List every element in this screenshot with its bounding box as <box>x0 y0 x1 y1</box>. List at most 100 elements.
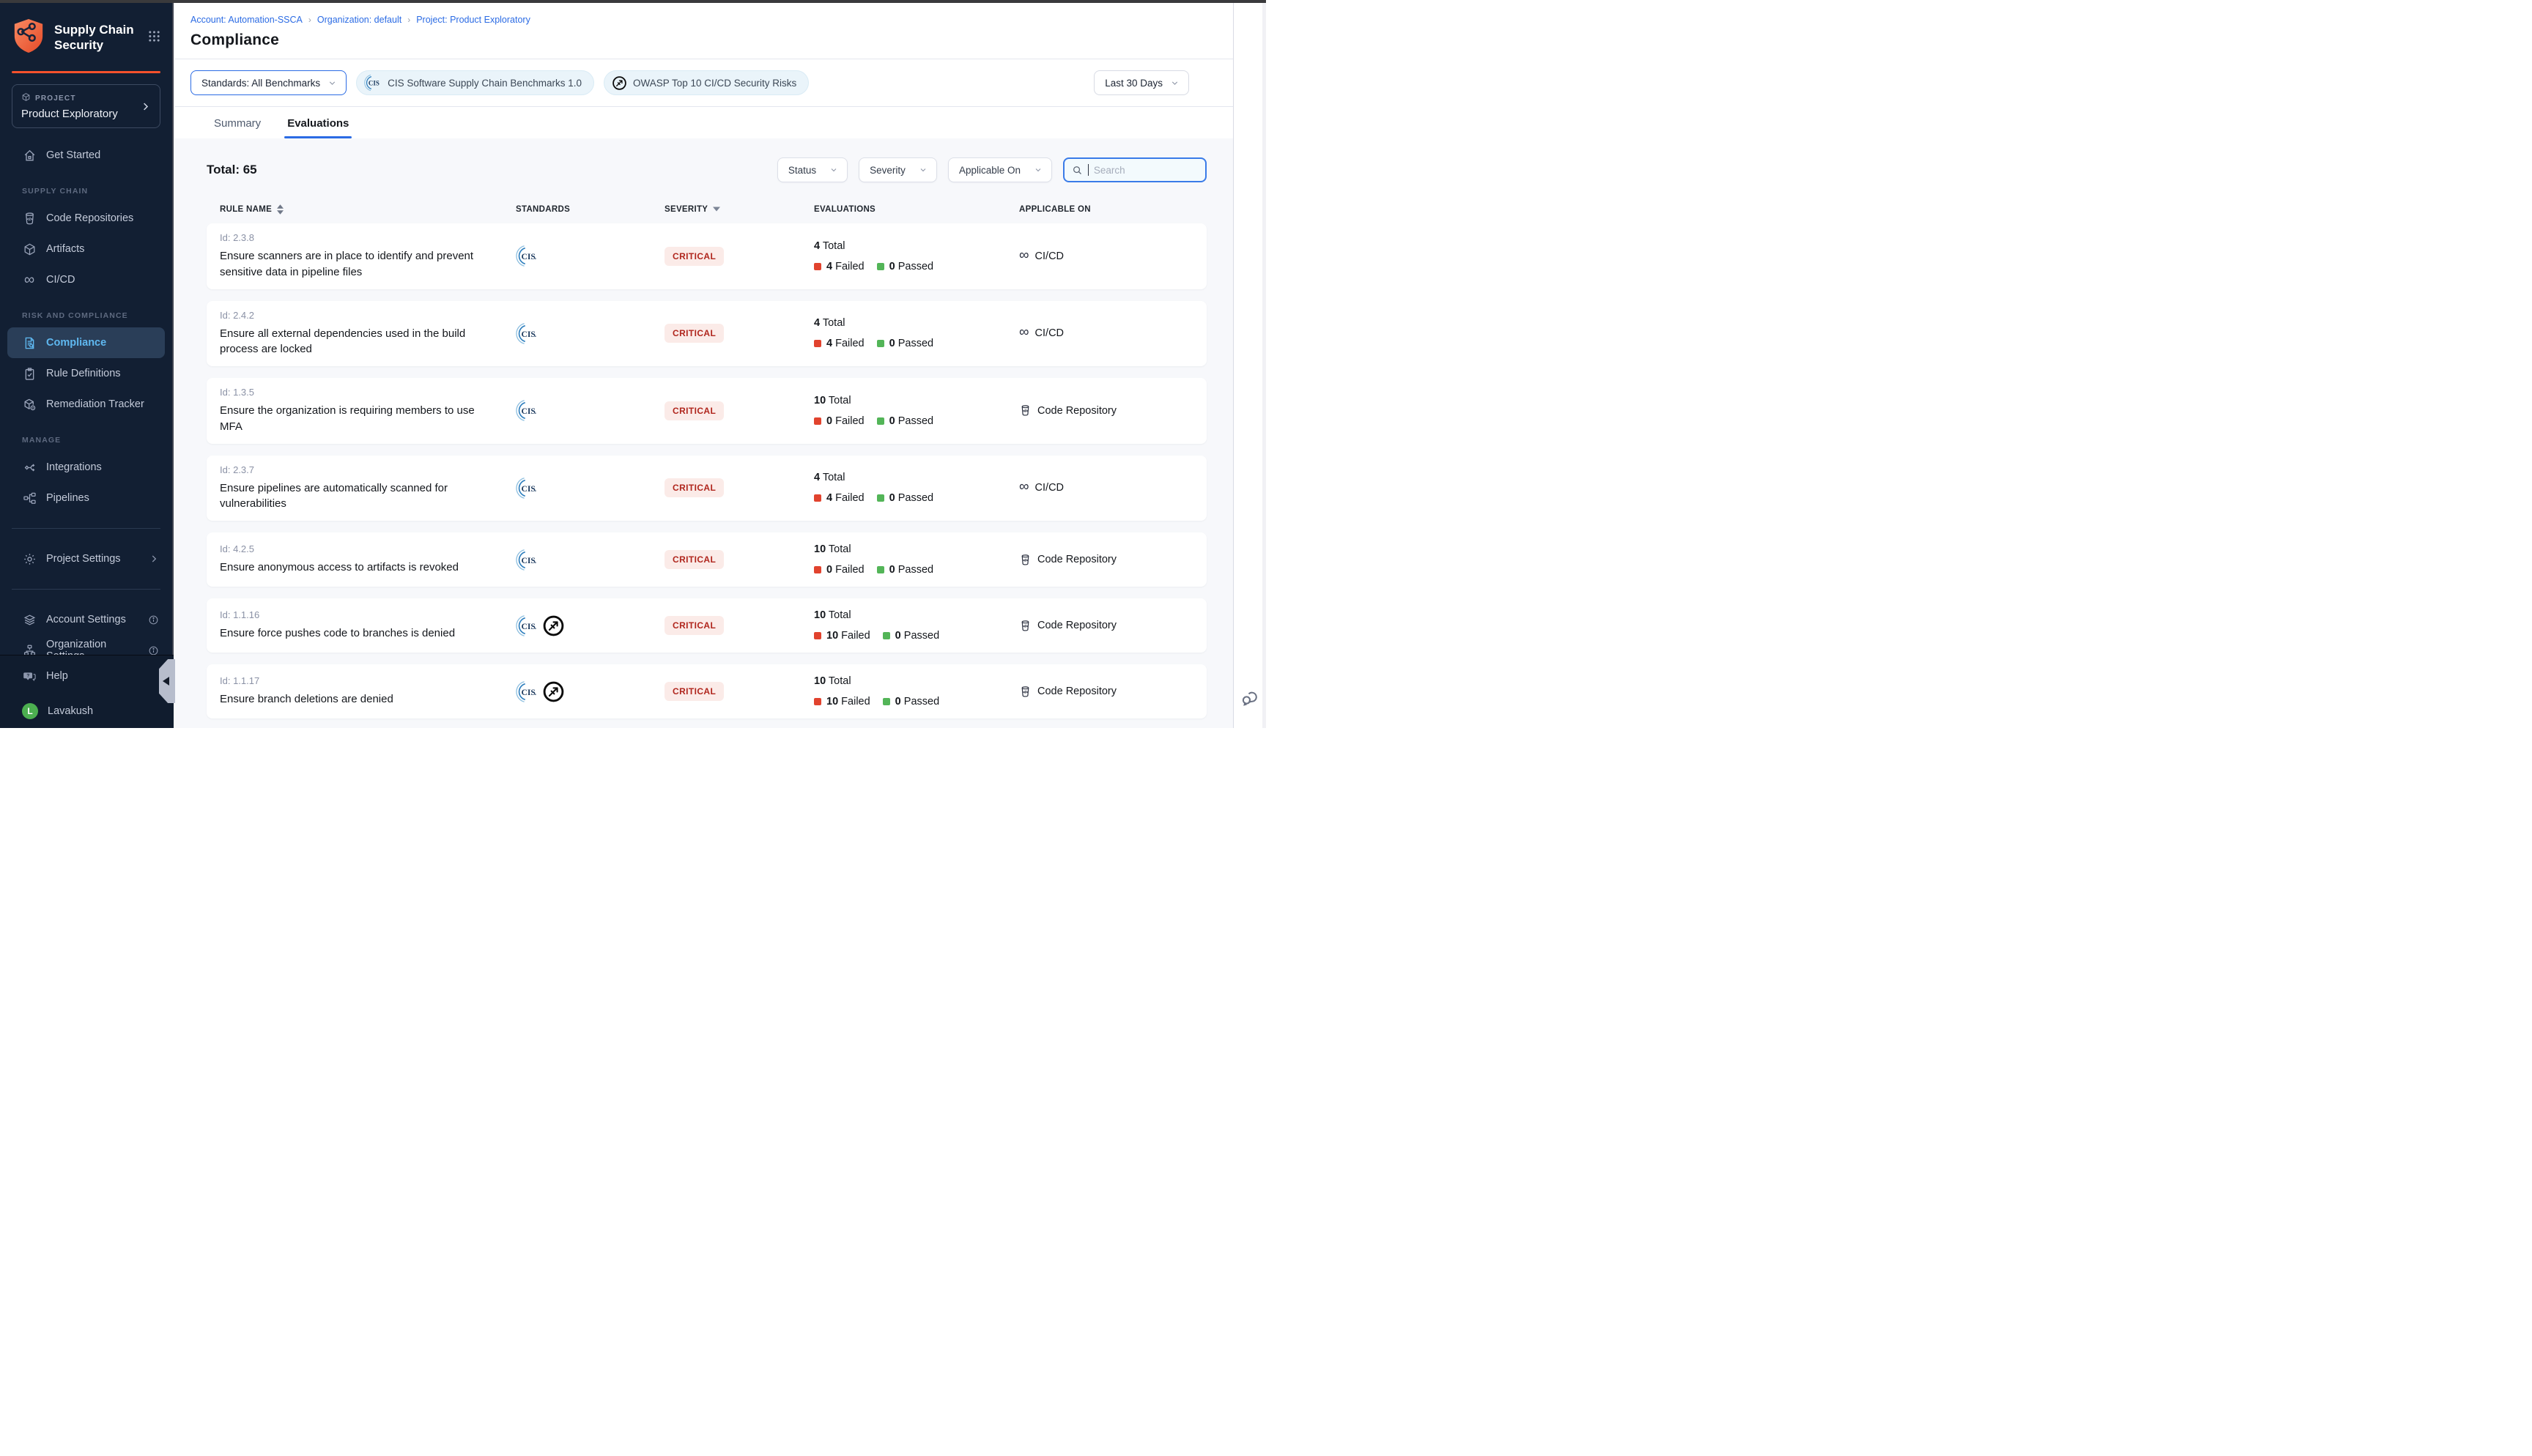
info-icon[interactable] <box>148 614 159 625</box>
passed-indicator <box>877 417 884 425</box>
failed-indicator <box>814 417 821 425</box>
column-header-applicable-on[interactable]: APPLICABLE ON <box>1019 205 1193 214</box>
column-header-evaluations[interactable]: EVALUATIONS <box>814 205 1019 214</box>
chip-label: CIS Software Supply Chain Benchmarks 1.0 <box>388 78 582 89</box>
svg-text:CIS: CIS <box>522 484 536 494</box>
svg-text:CIS: CIS <box>522 406 536 416</box>
home-icon <box>22 148 37 163</box>
sidebar-item-get-started[interactable]: Get Started <box>0 140 172 171</box>
severity-filter-dropdown[interactable]: Severity <box>859 157 937 182</box>
passed-indicator <box>877 263 884 270</box>
cis-logo-icon: CIS <box>516 322 538 345</box>
standards-cell: CIS <box>516 245 665 267</box>
severity-badge: CRITICAL <box>665 247 724 266</box>
sidebar-item-label: Integrations <box>46 461 102 473</box>
cis-benchmark-chip[interactable]: CIS CIS Software Supply Chain Benchmarks… <box>356 70 594 95</box>
sidebar-item-label: Rule Definitions <box>46 368 121 379</box>
breadcrumb-account-link[interactable]: Account: Automation-SSCA <box>190 15 303 25</box>
project-selector[interactable]: PROJECT Product Exploratory <box>12 84 160 128</box>
sidebar-item-account-settings[interactable]: Account Settings <box>0 604 172 635</box>
chevron-down-icon <box>1034 166 1043 174</box>
table-header-row: RULE NAME STANDARDS SEVERITY EVAL <box>207 182 1207 223</box>
table-row[interactable]: Id: 1.1.17 Ensure branch deletions are d… <box>207 664 1207 718</box>
severity-badge: CRITICAL <box>665 682 724 701</box>
rule-name: Ensure scanners are in place to identify… <box>220 248 478 281</box>
rule-name: Ensure pipelines are automatically scann… <box>220 480 478 513</box>
status-filter-dropdown[interactable]: Status <box>777 157 848 182</box>
column-header-severity[interactable]: SEVERITY <box>665 205 814 214</box>
chat-support-icon[interactable] <box>1240 688 1260 712</box>
sidebar-item-code-repositories[interactable]: </> Code Repositories <box>0 203 172 234</box>
table-row[interactable]: Id: 4.2.5 Ensure anonymous access to art… <box>207 532 1207 587</box>
project-label: PROJECT <box>35 94 76 103</box>
sidebar-item-rule-definitions[interactable]: Rule Definitions <box>0 358 172 389</box>
table-row[interactable]: Id: 2.3.7 Ensure pipelines are automatic… <box>207 456 1207 521</box>
cicd-icon: ∞ <box>1019 479 1029 494</box>
date-range-label: Last 30 Days <box>1105 78 1163 89</box>
evaluations-cell: 4 Total 4 Failed 0 Passed <box>814 472 1019 504</box>
sidebar-item-integrations[interactable]: Integrations <box>0 452 172 483</box>
brand-accent-rule <box>12 71 160 73</box>
breadcrumb-organization-link[interactable]: Organization: default <box>317 15 401 25</box>
svg-text:CIS: CIS <box>522 330 536 339</box>
svg-text:</>: </> <box>26 218 32 222</box>
table-row[interactable]: Id: 2.3.8 Ensure scanners are in place t… <box>207 223 1207 289</box>
code-repository-icon: </> <box>1019 554 1032 566</box>
failed-indicator <box>814 340 821 347</box>
applicable-on-cell: </> Code Repository <box>1019 404 1193 417</box>
table-row[interactable]: Id: 1.3.5 Ensure the organization is req… <box>207 378 1207 444</box>
standards-cell: CIS <box>516 322 665 345</box>
applicable-on-filter-dropdown[interactable]: Applicable On <box>948 157 1052 182</box>
standards-dropdown[interactable]: Standards: All Benchmarks <box>190 70 347 95</box>
evaluations-cell: 10 Total 10 Failed 0 Passed <box>814 675 1019 707</box>
project-cube-icon <box>21 92 31 104</box>
cicd-icon: ∞ <box>1019 248 1029 263</box>
sidebar-item-artifacts[interactable]: Artifacts <box>0 234 172 264</box>
artifacts-cube-icon <box>22 242 37 256</box>
rule-name: Ensure force pushes code to branches is … <box>220 625 478 642</box>
column-header-rule-name[interactable]: RULE NAME <box>220 204 516 215</box>
owasp-logo-icon <box>542 680 565 703</box>
applicable-on-label: Code Repository <box>1037 686 1117 697</box>
text-caret <box>1088 164 1089 176</box>
sidebar-item-project-settings[interactable]: Project Settings <box>0 543 172 574</box>
apps-grid-icon[interactable] <box>148 30 160 46</box>
section-risk-and-compliance: RISK AND COMPLIANCE <box>0 311 172 320</box>
search-input[interactable] <box>1094 165 1198 176</box>
sidebar-item-cicd[interactable]: ∞ CI/CD <box>0 264 172 295</box>
sidebar-item-label: Remediation Tracker <box>46 398 144 410</box>
applicable-on-filter-label: Applicable On <box>959 165 1021 176</box>
sidebar-item-remediation-tracker[interactable]: Remediation Tracker <box>0 389 172 420</box>
sidebar-item-compliance[interactable]: Compliance <box>7 327 165 358</box>
app-window: Supply Chain Security PROJECT <box>0 0 1266 728</box>
sidebar-item-label: Pipelines <box>46 492 89 504</box>
chevron-down-icon <box>829 166 838 174</box>
standards-dropdown-label: Standards: All Benchmarks <box>201 78 320 89</box>
breadcrumb-separator-icon: › <box>407 15 410 25</box>
tab-summary[interactable]: Summary <box>214 117 261 138</box>
standards-cell: CIS <box>516 477 665 499</box>
scrollbar-track[interactable] <box>1262 3 1266 728</box>
avatar: L <box>22 703 38 719</box>
date-range-dropdown[interactable]: Last 30 Days <box>1094 70 1189 95</box>
svg-text:CIS: CIS <box>369 79 380 86</box>
evaluations-cell: 4 Total 4 Failed 0 Passed <box>814 240 1019 272</box>
applicable-on-cell: </> Code Repository <box>1019 620 1193 632</box>
cis-logo-icon: CIS <box>516 614 538 637</box>
evaluations-panel: Total: 65 Status Severity <box>175 138 1233 728</box>
column-header-standards[interactable]: STANDARDS <box>516 205 665 214</box>
tab-evaluations[interactable]: Evaluations <box>287 117 349 138</box>
table-toolbar: Total: 65 Status Severity <box>207 138 1207 182</box>
applicable-on-label: Code Repository <box>1037 620 1117 631</box>
owasp-chip[interactable]: OWASP Top 10 CI/CD Security Risks <box>604 70 809 95</box>
table-row[interactable]: Id: 1.1.16 Ensure force pushes code to b… <box>207 598 1207 653</box>
sidebar-item-pipelines[interactable]: Pipelines <box>0 483 172 513</box>
breadcrumb-project-link[interactable]: Project: Product Exploratory <box>416 15 530 25</box>
sidebar-item-help[interactable]: ? Help <box>0 661 174 691</box>
table-row[interactable]: Id: 2.4.2 Ensure all external dependenci… <box>207 301 1207 367</box>
applicable-on-cell: </> Code Repository <box>1019 686 1193 698</box>
sidebar: Supply Chain Security PROJECT <box>0 0 174 728</box>
svg-text:</>: </> <box>1023 558 1028 562</box>
chevron-right-icon <box>140 101 151 112</box>
sidebar-item-user[interactable]: L Lavakush <box>0 697 174 726</box>
